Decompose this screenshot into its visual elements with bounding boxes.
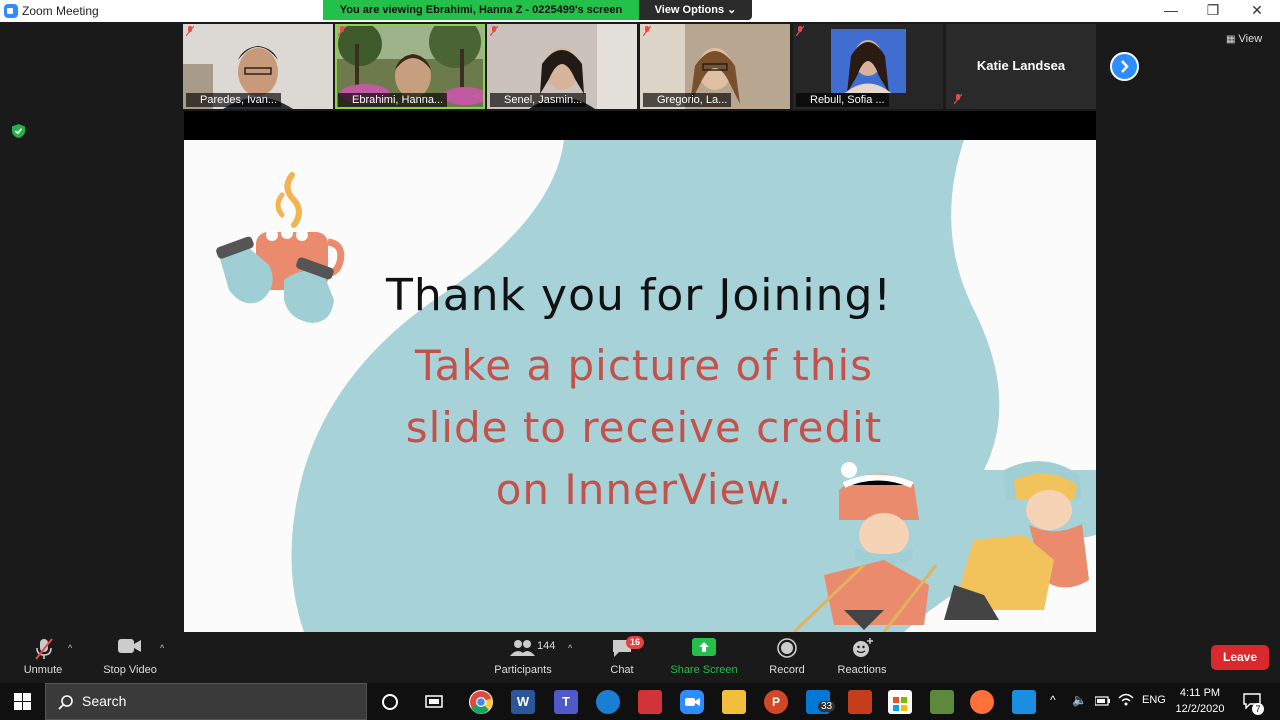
task-view-icon[interactable] [425, 693, 443, 711]
share-screen-icon [692, 638, 716, 656]
participant-tile[interactable]: Paredes, Ivan... [183, 24, 333, 109]
clock-date: 12/2/2020 [1175, 703, 1225, 715]
muted-mic-icon [338, 26, 346, 36]
volume-icon[interactable]: 🔈 [1072, 693, 1087, 720]
language-indicator[interactable]: ENG [1142, 694, 1166, 720]
mail-badge: 33 [818, 701, 836, 712]
stop-video-label: Stop Video [103, 664, 157, 676]
minecraft-icon[interactable] [930, 690, 954, 714]
participant-tile[interactable]: Senel, Jasmin... [487, 24, 637, 109]
participant-name: Gregorio, La... [643, 93, 732, 107]
window-title: Zoom Meeting [22, 4, 99, 18]
muted-microphone-icon [35, 638, 53, 660]
muted-mic-icon [490, 26, 498, 36]
video-options-caret-icon[interactable]: ^ [160, 643, 164, 653]
chat-label: Chat [610, 664, 634, 676]
participants-count: 144 [537, 640, 556, 652]
shared-slide: Thank you for Joining! Take a picture of… [184, 140, 1096, 632]
view-label: View [1238, 33, 1263, 45]
muted-mic-icon [643, 26, 651, 36]
stop-video-button[interactable]: Stop Video [98, 633, 162, 683]
security-shield-icon[interactable] [12, 124, 25, 138]
access-icon[interactable] [848, 690, 872, 714]
slide-line: on InnerView. [495, 465, 793, 514]
restore-button[interactable]: ❐ [1192, 0, 1234, 22]
zoom-taskbar-icon[interactable] [680, 690, 704, 714]
search-placeholder: Search [82, 693, 127, 709]
microsoft-store-icon[interactable] [888, 690, 912, 714]
slide-line: slide to receive credit [405, 403, 883, 452]
next-page-button[interactable] [1110, 52, 1139, 81]
taskbar-search-box[interactable]: Search [45, 683, 367, 720]
chevron-right-icon [1121, 60, 1129, 73]
windows-start-icon[interactable] [14, 693, 31, 710]
view-options-button[interactable]: View Options ⌄ [639, 0, 752, 20]
network-app-icon[interactable] [1012, 690, 1036, 714]
zoom-app-icon [4, 4, 18, 18]
minimize-button[interactable]: — [1150, 0, 1192, 22]
wifi-icon[interactable] [1118, 693, 1134, 707]
word-icon[interactable]: W [511, 690, 535, 714]
slide-heading: Thank you for Joining! [385, 270, 893, 321]
record-label: Record [769, 664, 805, 676]
video-camera-icon [118, 639, 141, 653]
muted-mic-icon [954, 94, 962, 104]
reaction-smiley-icon [853, 638, 873, 657]
show-hidden-icons-button[interactable]: ^ [1050, 693, 1056, 720]
grid-icon: ▦ [1226, 34, 1236, 45]
participant-name: Katie Landsea [976, 58, 1066, 73]
participants-icon [510, 640, 535, 656]
participant-tile[interactable]: Gregorio, La... [640, 24, 790, 109]
record-button[interactable]: Record [762, 633, 812, 683]
participant-tile-no-video[interactable]: Katie Landsea [946, 24, 1096, 109]
participants-options-caret-icon[interactable]: ^ [568, 643, 572, 653]
record-icon [777, 638, 797, 658]
zoom-window: Zoom Meeting — ❐ ✕ You are viewing Ebrah… [0, 0, 1280, 720]
participant-name: Paredes, Ivan... [186, 93, 282, 107]
close-button[interactable]: ✕ [1236, 0, 1278, 22]
share-screen-label: Share Screen [670, 664, 738, 676]
participant-tile[interactable]: Rebull, Sofia ... [793, 24, 943, 109]
firefox-icon[interactable] [970, 690, 994, 714]
participant-tile-active-speaker[interactable]: Ebrahimi, Hanna... [335, 24, 485, 109]
muted-mic-icon [796, 26, 804, 36]
participant-name: Rebull, Sofia ... [796, 93, 889, 107]
search-icon [58, 695, 73, 710]
share-letterbox [184, 111, 1096, 140]
teams-icon[interactable]: T [554, 690, 578, 714]
clock-time: 4:11 PM [1179, 687, 1221, 699]
participant-name: Senel, Jasmin... [490, 93, 587, 107]
taskbar-clock[interactable]: 4:11 PM 12/2/2020 [1168, 685, 1232, 717]
powerpoint-icon[interactable]: P [764, 690, 788, 714]
unmute-button[interactable]: Unmute [14, 633, 72, 683]
edge-icon[interactable] [596, 690, 620, 714]
reader-app-icon[interactable] [638, 690, 662, 714]
view-toggle-button[interactable]: ▦ View [1226, 33, 1262, 45]
muted-mic-icon [186, 26, 194, 36]
chrome-icon[interactable] [469, 690, 493, 714]
audio-options-caret-icon[interactable]: ^ [68, 643, 72, 653]
notification-count-badge: 7 [1252, 703, 1264, 715]
slide-line: Take a picture of this [414, 341, 874, 390]
windows-taskbar: Search W T P 33 ^ 🔈 ENG 4:11 PM 12/2/202… [0, 683, 1280, 720]
unmute-label: Unmute [23, 664, 63, 676]
battery-icon[interactable] [1095, 696, 1111, 706]
participant-name: Ebrahimi, Hanna... [338, 93, 448, 107]
file-explorer-icon[interactable] [722, 690, 746, 714]
leave-meeting-button[interactable]: Leave [1211, 645, 1269, 670]
participants-label: Participants [494, 664, 552, 676]
cortana-icon[interactable] [381, 693, 399, 711]
reactions-label: Reactions [837, 664, 887, 676]
share-screen-button[interactable]: Share Screen [668, 633, 740, 683]
chat-unread-badge: 16 [626, 636, 644, 649]
viewing-screen-banner: You are viewing Ebrahimi, Hanna Z - 0225… [323, 0, 639, 20]
hot-cocoa-mug-icon [216, 172, 345, 323]
slide-instructions: Take a picture of this slide to receive … [334, 335, 954, 521]
reactions-button[interactable]: Reactions [834, 633, 890, 683]
